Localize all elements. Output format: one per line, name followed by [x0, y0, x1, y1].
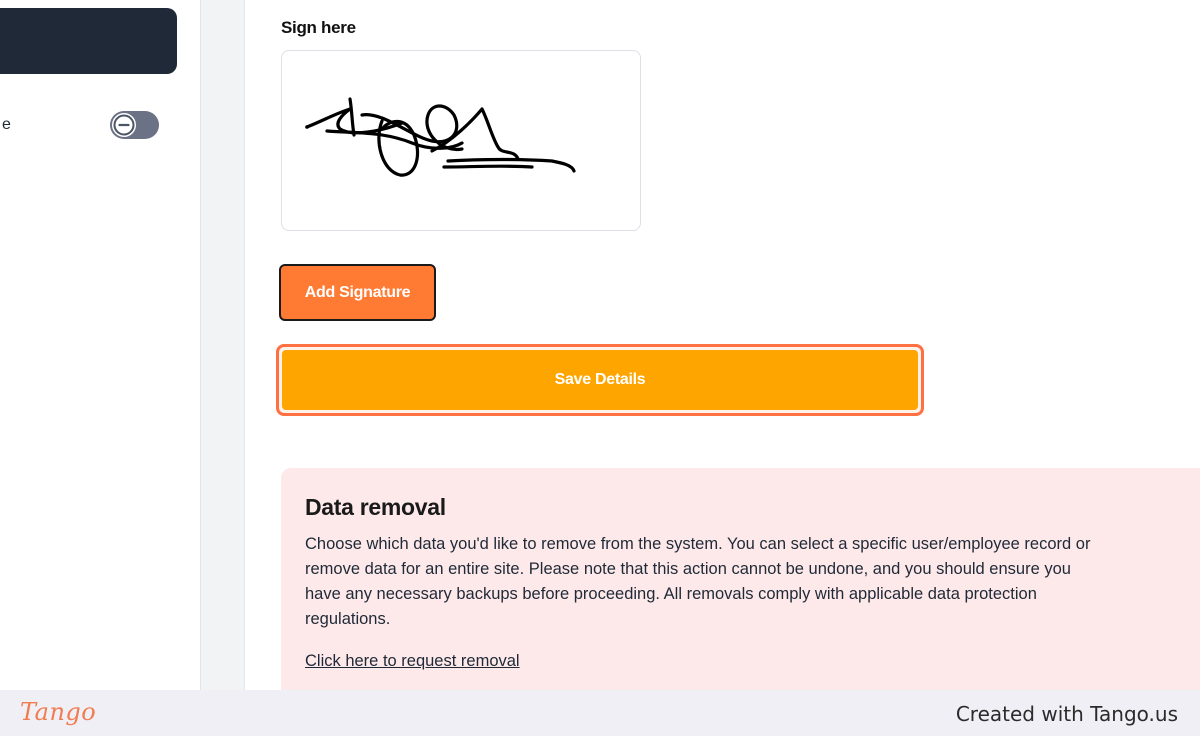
sign-here-label: Sign here [281, 18, 356, 37]
sidebar-row-label: e [2, 116, 11, 133]
save-details-highlight: Save Details [276, 344, 924, 416]
signature-pad[interactable] [281, 50, 641, 231]
footer-credit: Created with Tango.us [955, 702, 1178, 726]
save-details-button[interactable]: Save Details [282, 350, 918, 410]
request-removal-link[interactable]: Click here to request removal [305, 652, 520, 671]
tango-logo[interactable]: Tango [20, 698, 96, 726]
add-signature-button[interactable]: Add Signature [279, 264, 436, 321]
page-gutter [202, 0, 244, 690]
sidebar-toggle[interactable] [110, 111, 159, 139]
handwritten-signature [305, 97, 576, 177]
toggle-minus-icon [112, 113, 136, 137]
data-removal-title: Data removal [305, 494, 446, 520]
sidebar-active-item[interactable] [0, 8, 177, 74]
data-removal-description: Choose which data you'd like to remove f… [305, 535, 1091, 628]
footer-bar: Tango Created with Tango.us [0, 690, 1200, 736]
data-removal-card: Data removal Choose which data you'd lik… [281, 468, 1200, 690]
sidebar: e [0, 0, 201, 690]
